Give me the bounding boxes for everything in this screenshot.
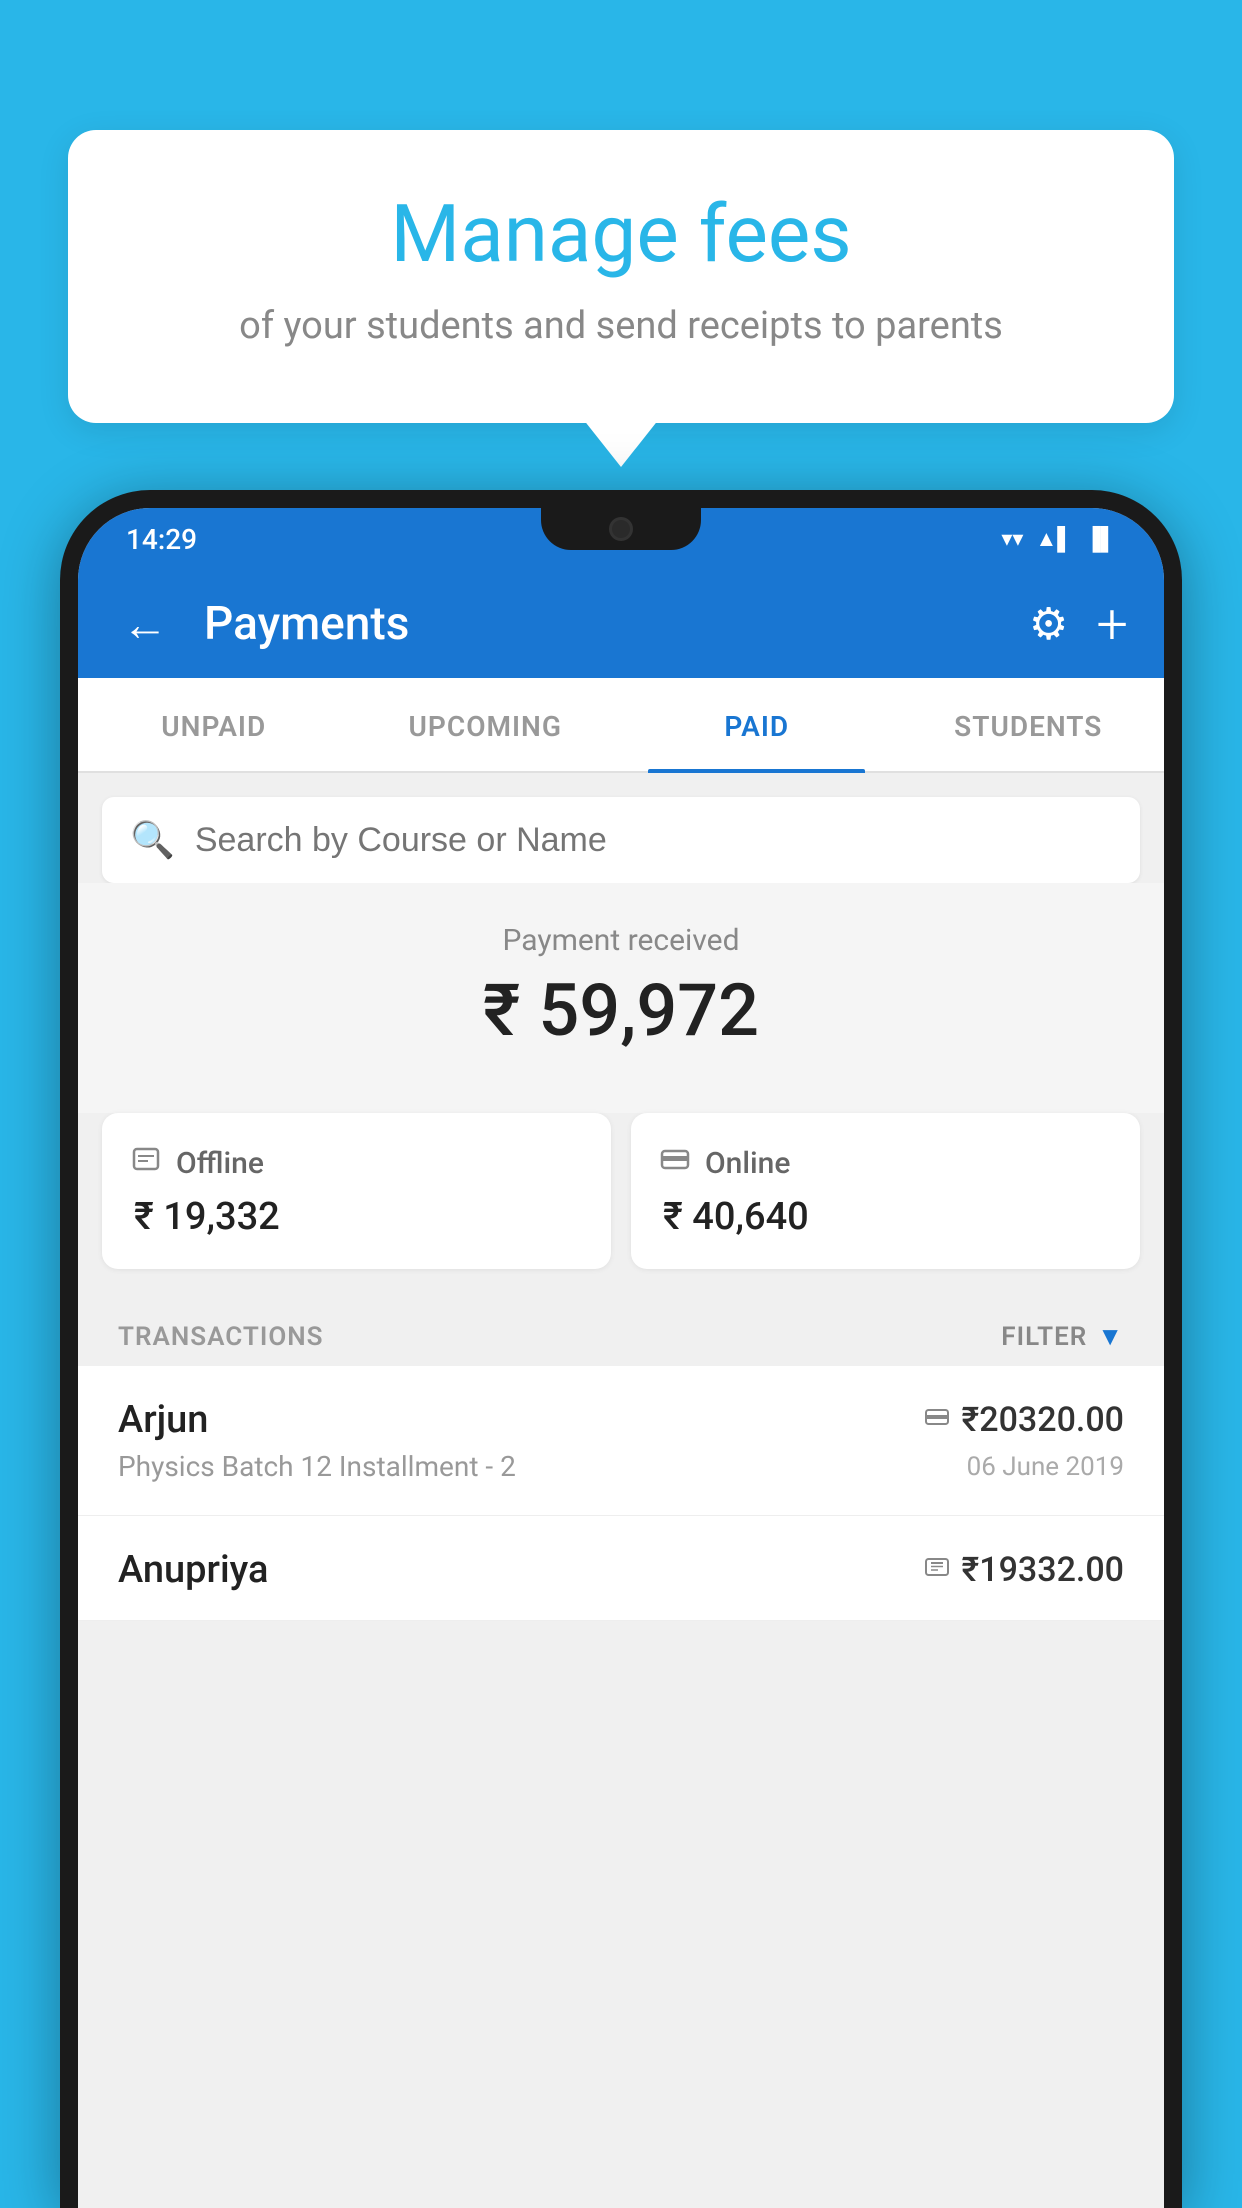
content-area: 🔍 Payment received ₹ 59,972 bbox=[78, 773, 1164, 1621]
tooltip-title: Manage fees bbox=[138, 190, 1104, 278]
filter-icon: ▼ bbox=[1097, 1321, 1124, 1352]
phone-notch bbox=[541, 508, 701, 550]
offline-amount: ₹ 19,332 bbox=[130, 1195, 583, 1239]
student-name: Anupriya bbox=[118, 1548, 268, 1592]
transactions-label: TRANSACTIONS bbox=[118, 1322, 324, 1352]
online-card: Online ₹ 40,640 bbox=[631, 1113, 1140, 1269]
tx-date: 06 June 2019 bbox=[967, 1452, 1124, 1482]
tab-unpaid[interactable]: UNPAID bbox=[78, 678, 350, 771]
filter-label: FILTER bbox=[1001, 1322, 1087, 1352]
phone-frame: 14:29 ▾▾ ▲▌ ▐▌ ← Payments ⚙ + UNPAID UPC… bbox=[60, 490, 1182, 2208]
offline-card: Offline ₹ 19,332 bbox=[102, 1113, 611, 1269]
tx-amount-2: ₹19332.00 bbox=[962, 1550, 1124, 1590]
battery-icon: ▐▌ bbox=[1085, 526, 1116, 552]
tx-method-icon-2 bbox=[924, 1554, 950, 1587]
payment-received-label: Payment received bbox=[102, 923, 1140, 958]
page-title: Payments bbox=[204, 597, 1001, 651]
online-amount: ₹ 40,640 bbox=[659, 1195, 1112, 1239]
transaction-row[interactable]: Anupriya ₹19332.00 bbox=[78, 1516, 1164, 1621]
search-bar[interactable]: 🔍 bbox=[102, 797, 1140, 883]
status-icons: ▾▾ ▲▌ ▐▌ bbox=[1001, 526, 1116, 552]
tabs-bar: UNPAID UPCOMING PAID STUDENTS bbox=[78, 678, 1164, 773]
offline-icon bbox=[130, 1143, 162, 1183]
search-input[interactable] bbox=[195, 821, 1112, 860]
payment-summary: Payment received ₹ 59,972 bbox=[78, 883, 1164, 1113]
camera bbox=[609, 517, 633, 541]
tx-amount: ₹20320.00 bbox=[962, 1400, 1124, 1440]
payment-amount: ₹ 59,972 bbox=[102, 968, 1140, 1053]
back-button[interactable]: ← bbox=[114, 589, 176, 660]
app-bar: ← Payments ⚙ + bbox=[78, 570, 1164, 678]
online-icon bbox=[659, 1143, 691, 1183]
tab-upcoming[interactable]: UPCOMING bbox=[350, 678, 622, 771]
settings-icon[interactable]: ⚙ bbox=[1029, 598, 1068, 650]
filter-button[interactable]: FILTER ▼ bbox=[1001, 1321, 1124, 1352]
transactions-header: TRANSACTIONS FILTER ▼ bbox=[78, 1301, 1164, 1366]
student-name: Arjun bbox=[118, 1398, 208, 1442]
transaction-row[interactable]: Arjun ₹20320.00 Physics Batch 12 Install… bbox=[78, 1366, 1164, 1516]
offline-card-header: Offline bbox=[130, 1143, 583, 1183]
tab-paid[interactable]: PAID bbox=[621, 678, 893, 771]
wifi-icon: ▾▾ bbox=[1001, 527, 1023, 552]
tx-method-icon bbox=[924, 1404, 950, 1437]
online-label: Online bbox=[705, 1146, 790, 1181]
tooltip-subtitle: of your students and send receipts to pa… bbox=[138, 300, 1104, 353]
phone-screen: 14:29 ▾▾ ▲▌ ▐▌ ← Payments ⚙ + UNPAID UPC… bbox=[78, 508, 1164, 2208]
add-icon[interactable]: + bbox=[1096, 591, 1128, 657]
offline-label: Offline bbox=[176, 1146, 264, 1181]
payment-cards: Offline ₹ 19,332 Online bbox=[102, 1113, 1140, 1269]
transaction-amount-wrap: ₹20320.00 bbox=[924, 1400, 1124, 1440]
signal-icon: ▲▌ bbox=[1035, 526, 1072, 552]
online-card-header: Online bbox=[659, 1143, 1112, 1183]
tab-students[interactable]: STUDENTS bbox=[893, 678, 1165, 771]
status-time: 14:29 bbox=[126, 523, 197, 556]
transaction-amount-wrap: ₹19332.00 bbox=[924, 1550, 1124, 1590]
course-label: Physics Batch 12 Installment - 2 bbox=[118, 1450, 516, 1483]
search-icon: 🔍 bbox=[130, 819, 175, 861]
app-bar-actions: ⚙ + bbox=[1029, 591, 1128, 657]
tooltip-card: Manage fees of your students and send re… bbox=[68, 130, 1174, 423]
